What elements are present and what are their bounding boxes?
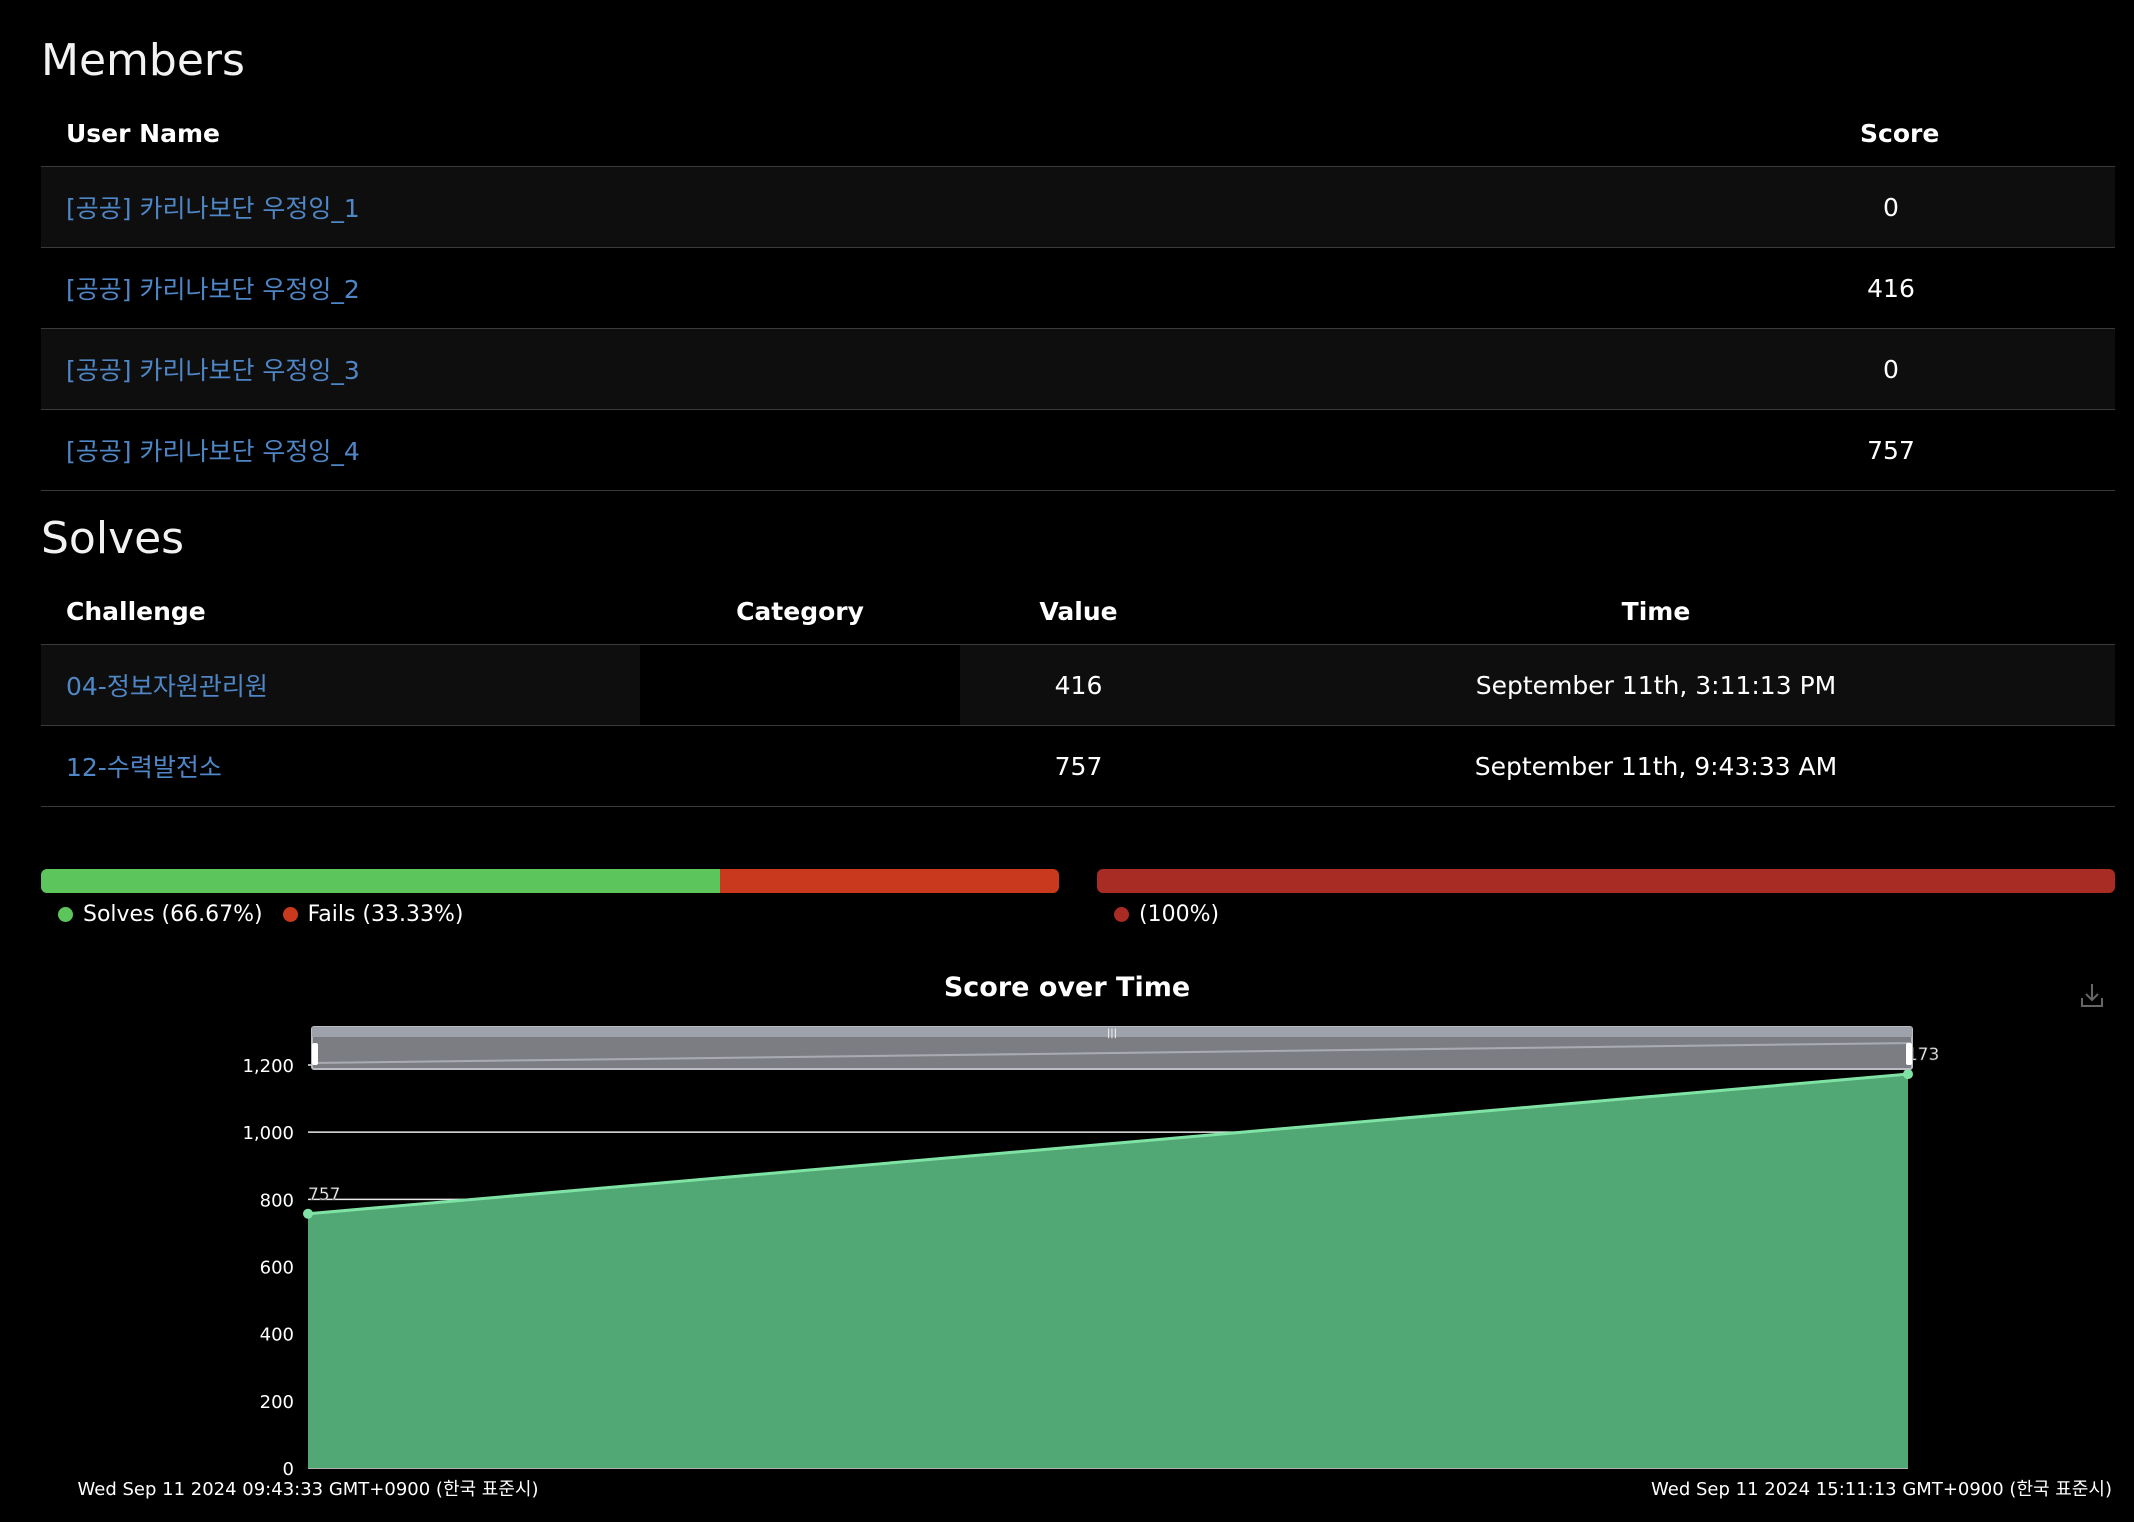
username-header: User Name bbox=[41, 100, 1741, 167]
solve-value: 757 bbox=[960, 725, 1197, 807]
member-score: 0 bbox=[1883, 354, 1899, 384]
member-row: [공공] 카리나보단 우정잉_2 416 bbox=[41, 247, 2115, 329]
y-tick-label: 800 bbox=[260, 1190, 294, 1211]
member-link[interactable]: [공공] 카리나보단 우정잉_4 bbox=[66, 437, 360, 466]
member-score: 416 bbox=[1867, 273, 1915, 303]
solves-header-row: Challenge Category Value Time bbox=[41, 578, 2115, 645]
member-row: [공공] 카리나보단 우정잉_4 757 bbox=[41, 409, 2115, 491]
zoom-grip-icon[interactable]: ||| bbox=[1107, 1028, 1117, 1039]
member-score: 757 bbox=[1867, 435, 1915, 465]
solves-table: Challenge Category Value Time 04-정보자원관리원… bbox=[41, 578, 2115, 807]
challenge-header: Challenge bbox=[41, 578, 640, 645]
solves-legend-item[interactable]: Solves (66.67%) bbox=[58, 902, 263, 927]
category-cell bbox=[640, 644, 960, 726]
solve-value: 416 bbox=[960, 644, 1197, 726]
y-tick-label: 1,000 bbox=[242, 1123, 294, 1144]
fails-legend-label: Fails (33.33%) bbox=[307, 902, 464, 927]
category-cell bbox=[640, 725, 960, 807]
members-header-row: User Name Score bbox=[41, 100, 2115, 167]
download-icon[interactable] bbox=[2081, 984, 2103, 1007]
member-score: 0 bbox=[1883, 192, 1899, 222]
score-header: Score bbox=[1741, 100, 2115, 167]
value-header: Value bbox=[960, 578, 1197, 645]
solve-row: 12-수력발전소 757 September 11th, 9:43:33 AM bbox=[41, 725, 2115, 807]
solves-legend-label: Solves (66.67%) bbox=[83, 902, 263, 927]
zoom-handle-left[interactable] bbox=[312, 1043, 318, 1065]
member-row: [공공] 카리나보단 우정잉_3 0 bbox=[41, 328, 2115, 410]
member-link[interactable]: [공공] 카리나보단 우정잉_1 bbox=[66, 194, 360, 223]
solves-dot-icon bbox=[58, 907, 73, 922]
solves-title: Solves bbox=[41, 513, 185, 564]
member-link[interactable]: [공공] 카리나보단 우정잉_3 bbox=[66, 356, 360, 385]
data-point[interactable] bbox=[1903, 1069, 1913, 1080]
data-point[interactable] bbox=[303, 1208, 313, 1219]
category-segment bbox=[1097, 869, 2115, 893]
zoom-slider[interactable]: ||| bbox=[311, 1026, 1913, 1070]
fails-segment bbox=[719, 869, 1059, 893]
y-tick-label: 1,200 bbox=[242, 1056, 294, 1077]
y-tick-label: 0 bbox=[283, 1459, 294, 1480]
challenge-link[interactable]: 04-정보자원관리원 bbox=[66, 672, 268, 701]
members-table: User Name Score [공공] 카리나보단 우정잉_1 0 [공공] … bbox=[41, 100, 2115, 491]
score-area bbox=[308, 1074, 1908, 1468]
category-legend-label: (100%) bbox=[1139, 902, 1220, 927]
y-tick-label: 200 bbox=[260, 1392, 294, 1413]
fails-legend-item[interactable]: Fails (33.33%) bbox=[282, 902, 464, 927]
member-link[interactable]: [공공] 카리나보단 우정잉_2 bbox=[66, 275, 360, 304]
solves-segment bbox=[41, 869, 720, 893]
category-bar bbox=[1097, 869, 2115, 893]
solve-fail-bar bbox=[41, 869, 1059, 893]
category-header: Category bbox=[640, 578, 960, 645]
challenge-link[interactable]: 12-수력발전소 bbox=[66, 753, 222, 782]
score-chart: 7571173 02004006008001,0001,200 Wed Sep … bbox=[78, 984, 2112, 1500]
fails-dot-icon bbox=[282, 907, 298, 922]
solve-time: September 11th, 9:43:33 AM bbox=[1197, 725, 2115, 807]
solve-fail-legend: Solves (66.67%) Fails (33.33%) bbox=[58, 902, 483, 927]
category-legend-item[interactable]: (100%) bbox=[1114, 902, 1219, 927]
member-row: [공공] 카리나보단 우정잉_1 0 bbox=[41, 166, 2115, 248]
category-dot-icon bbox=[1114, 907, 1129, 922]
x-tick-label: Wed Sep 11 2024 15:11:13 GMT+0900 (한국 표준… bbox=[1651, 1479, 2112, 1500]
x-tick-label: Wed Sep 11 2024 09:43:33 GMT+0900 (한국 표준… bbox=[78, 1479, 539, 1500]
time-header: Time bbox=[1197, 578, 2115, 645]
zoom-handle-right[interactable] bbox=[1906, 1043, 1912, 1065]
y-tick-label: 600 bbox=[260, 1258, 294, 1279]
solve-row: 04-정보자원관리원 416 September 11th, 3:11:13 P… bbox=[41, 644, 2115, 726]
y-tick-label: 400 bbox=[260, 1325, 294, 1346]
category-legend: (100%) bbox=[1114, 902, 1239, 927]
members-title: Members bbox=[41, 35, 245, 86]
data-label: 757 bbox=[308, 1185, 340, 1205]
solve-time: September 11th, 3:11:13 PM bbox=[1197, 644, 2115, 726]
